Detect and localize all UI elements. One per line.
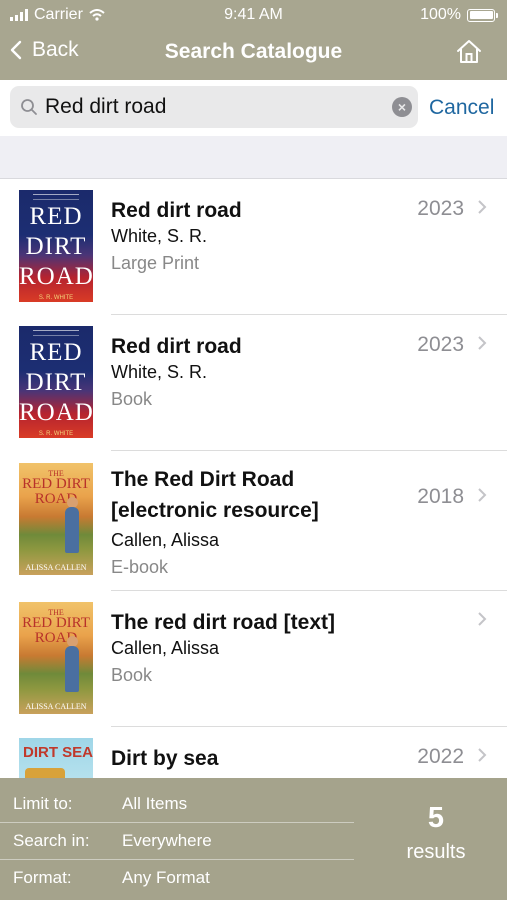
item-format: E-book <box>111 557 169 577</box>
item-format: Book <box>111 665 153 685</box>
back-button[interactable]: Back <box>10 38 79 62</box>
results-count: 5 results <box>380 802 492 864</box>
chevron-right-icon <box>478 200 487 214</box>
section-separator <box>0 136 507 179</box>
item-year: 2023 <box>417 197 464 220</box>
item-year: 2018 <box>417 485 464 508</box>
cover-text: DIRT <box>25 369 87 396</box>
chevron-right-icon <box>478 336 487 350</box>
cover-text: ROAD <box>19 263 93 290</box>
cover-text: RED DIRT ROAD <box>22 615 90 646</box>
chevron-right-icon <box>478 748 487 762</box>
filter-limit[interactable]: Limit to: All Items <box>0 786 360 823</box>
item-year: 2023 <box>417 333 464 356</box>
item-title: The red dirt road [text] <box>111 611 336 634</box>
item-title: The Red Dirt Road [electronic resource] <box>111 468 319 522</box>
header: Carrier 9:41 AM 100% Back Search Catalog… <box>0 0 507 80</box>
book-cover: RED DIRT ROAD S. R. WHITE <box>19 190 93 302</box>
results-list: RED DIRT ROAD S. R. WHITE Red dirt road … <box>0 179 507 863</box>
filter-label: Format: <box>13 868 72 887</box>
cover-text: ROAD <box>19 399 93 426</box>
item-author: Callen, Alissa <box>111 638 220 658</box>
list-item[interactable]: THE RED DIRT ROAD ALISSA CALLEN The red … <box>0 591 507 727</box>
item-year: 2022 <box>417 745 464 768</box>
battery-label: 100% <box>420 6 461 23</box>
filter-value: Everywhere <box>122 831 212 850</box>
filter-format[interactable]: Format: Any Format <box>0 860 360 897</box>
chevron-right-icon <box>478 612 487 626</box>
cover-text: DIRT SEA <box>23 744 93 761</box>
item-author: White, S. R. <box>111 226 208 246</box>
filter-label: Limit to: <box>13 794 73 813</box>
cover-author: ALISSA CALLEN <box>25 563 87 572</box>
battery-icon <box>467 8 498 22</box>
cover-text: RED <box>29 203 83 230</box>
results-label: results <box>406 841 466 863</box>
filter-search-in[interactable]: Search in: Everywhere <box>0 823 360 860</box>
book-cover: RED DIRT ROAD S. R. WHITE <box>19 326 93 438</box>
chevron-left-icon <box>10 40 22 60</box>
cover-text: RED <box>29 339 83 366</box>
book-cover: THE RED DIRT ROAD ALISSA CALLEN <box>19 602 93 714</box>
filter-value: Any Format <box>122 868 210 887</box>
item-title: Red dirt road <box>111 335 242 358</box>
chevron-right-icon <box>478 488 487 502</box>
item-title: Dirt by sea <box>111 747 219 770</box>
cover-author: ALISSA CALLEN <box>25 702 87 711</box>
list-item[interactable]: RED DIRT ROAD S. R. WHITE Red dirt road … <box>0 179 507 315</box>
navigation-bar: Back Search Catalogue <box>0 30 507 78</box>
results-number: 5 <box>427 802 445 834</box>
search-bar: Red dirt road × Cancel <box>0 80 507 136</box>
search-icon <box>21 99 37 115</box>
filter-value: All Items <box>122 794 188 813</box>
back-label: Back <box>32 38 79 61</box>
filter-label: Search in: <box>13 831 90 850</box>
item-author: White, S. R. <box>111 362 208 382</box>
list-item[interactable]: THE RED DIRT ROAD ALISSA CALLEN The Red … <box>0 451 507 591</box>
app-screen: Carrier 9:41 AM 100% Back Search Catalog… <box>0 0 507 900</box>
battery: 100% <box>420 6 498 24</box>
search-value: Red dirt road <box>45 95 167 118</box>
book-cover: THE RED DIRT ROAD ALISSA CALLEN <box>19 463 93 575</box>
item-author: Callen, Alissa <box>111 530 220 550</box>
item-format: Book <box>111 389 153 409</box>
item-format: Large Print <box>111 253 200 273</box>
filter-bar: Limit to: All Items Search in: Everywher… <box>0 778 507 900</box>
cancel-button[interactable]: Cancel <box>429 96 494 120</box>
status-bar: Carrier 9:41 AM 100% <box>0 0 507 30</box>
cover-text: DIRT <box>25 233 87 260</box>
search-input[interactable]: Red dirt road × <box>10 86 418 128</box>
home-icon[interactable] <box>455 38 483 66</box>
list-item[interactable]: RED DIRT ROAD S. R. WHITE Red dirt road … <box>0 315 507 451</box>
cover-author: S. R. WHITE <box>38 295 74 301</box>
cover-author: S. R. WHITE <box>38 431 74 437</box>
cover-text: RED DIRT ROAD <box>22 476 90 507</box>
clear-icon[interactable]: × <box>392 97 412 117</box>
item-title: Red dirt road <box>111 199 242 222</box>
